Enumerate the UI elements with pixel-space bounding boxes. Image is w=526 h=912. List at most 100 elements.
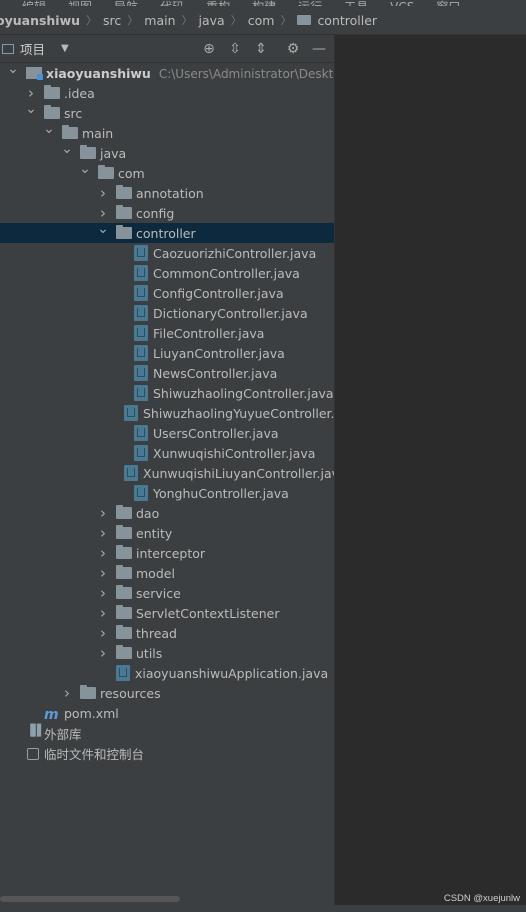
folder-icon (80, 145, 96, 159)
tree-item-label: FileController.java (153, 325, 265, 341)
chevron-right-icon[interactable]: › (98, 603, 108, 623)
chevron-right-icon[interactable]: › (98, 503, 108, 523)
tree-item[interactable]: 临时文件和控制台 (0, 743, 334, 763)
tree-item[interactable]: › config (0, 203, 334, 223)
tree-item-label: NewsController.java (153, 365, 278, 381)
tree-item-label: ShiwuzhaolingController.java (153, 385, 334, 401)
breadcrumb-separator-icon: 〉 (127, 14, 139, 27)
java-class-icon (134, 385, 148, 401)
folder-icon (62, 125, 78, 139)
project-view-label[interactable]: 项目 (20, 39, 45, 58)
tree-item[interactable]: xiaoyuanshiwuApplication.java (0, 663, 334, 683)
tree-item[interactable]: CommonController.java (0, 263, 334, 283)
tree-item[interactable]: ⌄ xiaoyuanshiwu C:\Users\Administrator\Des… (0, 61, 364, 83)
project-toolbar: 项目 ▼ ⊕ ⇳ ⇕ ⚙ — (0, 35, 334, 63)
breadcrumb-label: oyuanshiwu (0, 12, 81, 28)
chevron-right-icon[interactable]: › (62, 683, 72, 703)
tree-item[interactable]: XunwuqishiLiuyanController.java (0, 463, 347, 483)
tree-item[interactable]: ⌄ java (0, 141, 334, 163)
chevron-right-icon[interactable]: › (98, 643, 108, 663)
tree-item[interactable]: › interceptor (0, 543, 334, 563)
minimize-icon[interactable]: — (310, 40, 328, 58)
chevron-right-icon[interactable]: › (98, 543, 108, 563)
collapse-all-icon[interactable]: ⇕ (252, 40, 270, 58)
tree-item[interactable]: YonghuController.java (0, 483, 334, 503)
breadcrumb-item[interactable]: controller (297, 13, 377, 28)
tree-item[interactable]: UsersController.java (0, 423, 334, 443)
folder-icon (98, 165, 114, 179)
tree-item-label: xiaoyuanshiwu (46, 65, 151, 81)
tree-item[interactable]: › ServletContextListener (0, 603, 334, 623)
tree-item[interactable]: ⌄ com (0, 161, 334, 183)
tree-item-label: CommonController.java (153, 265, 300, 281)
tree-item[interactable]: › .idea (0, 83, 334, 103)
tree-item[interactable]: › resources (0, 683, 334, 703)
target-icon[interactable]: ⊕ (200, 40, 218, 58)
folder-icon (116, 525, 132, 539)
tree-item-label: 临时文件和控制台 (44, 746, 145, 762)
tree-item-label: UsersController.java (153, 425, 279, 441)
tree-item[interactable]: › entity (0, 523, 334, 543)
tree-item-label: service (136, 585, 181, 601)
tree-item-label: XunwuqishiController.java (153, 445, 316, 461)
tree-item-label: DictionaryController.java (153, 305, 308, 321)
chevron-down-icon[interactable]: ⌄ (79, 159, 91, 179)
tree-item[interactable]: LiuyanController.java (0, 343, 334, 363)
tree-item-label: utils (136, 645, 163, 661)
tree-item-label: entity (136, 525, 173, 541)
folder-icon (116, 565, 132, 579)
breadcrumb-item[interactable]: main (144, 13, 175, 28)
tree-item[interactable]: DictionaryController.java (0, 303, 334, 323)
chevron-down-icon[interactable]: ⌄ (97, 219, 109, 239)
folder-icon (116, 625, 132, 639)
breadcrumb-item[interactable]: oyuanshiwu (0, 13, 80, 28)
chevron-right-icon[interactable]: › (98, 583, 108, 603)
chevron-down-icon[interactable]: ⌄ (25, 99, 37, 119)
tree-item-label: CaozuorizhiController.java (153, 245, 317, 261)
tree-item[interactable]: › model (0, 563, 334, 583)
tree-item[interactable]: › thread (0, 623, 334, 643)
tree-item[interactable]: › service (0, 583, 334, 603)
folder-icon (116, 645, 132, 659)
breadcrumb-item[interactable]: java (199, 13, 225, 28)
tree-item[interactable]: ConfigController.java (0, 283, 334, 303)
tree-item-label: LiuyanController.java (153, 345, 285, 361)
tree-item[interactable]: CaozuorizhiController.java (0, 243, 334, 263)
breadcrumb-item[interactable]: src (103, 13, 121, 28)
horizontal-scrollbar[interactable] (0, 896, 180, 902)
tree-item[interactable]: ShiwuzhaolingController.java (0, 383, 334, 403)
chevron-down-icon[interactable]: ⌄ (7, 59, 19, 79)
expand-all-icon[interactable]: ⇳ (226, 40, 244, 58)
tree-item[interactable]: 外部库 (0, 723, 334, 743)
tree-item[interactable]: › utils (0, 643, 334, 663)
chevron-right-icon[interactable]: › (98, 523, 108, 543)
tree-item[interactable]: › annotation (0, 183, 334, 203)
chevron-down-icon[interactable]: ⌄ (61, 139, 73, 159)
tree-item[interactable]: XunwuqishiController.java (0, 443, 334, 463)
tree-item[interactable]: NewsController.java (0, 363, 334, 383)
chevron-right-icon[interactable]: › (98, 563, 108, 583)
breadcrumb-item[interactable]: com (248, 13, 275, 28)
tree-item[interactable]: ⌄ main (0, 121, 334, 143)
tree-item[interactable]: ⌄ controller (0, 221, 334, 243)
chevron-right-icon[interactable]: › (98, 183, 108, 203)
gear-icon[interactable]: ⚙ (284, 40, 302, 58)
chevron-down-icon[interactable]: ⌄ (43, 119, 55, 139)
tree-item[interactable]: ShiwuzhaolingYuyueController.java (0, 403, 361, 423)
java-class-icon (124, 465, 138, 481)
maven-icon: m (44, 707, 59, 723)
chevron-right-icon[interactable]: › (98, 623, 108, 643)
chevron-down-icon[interactable]: ▼ (61, 43, 69, 54)
tree-item[interactable]: m pom.xml (0, 703, 334, 724)
tree-item[interactable]: FileController.java (0, 323, 334, 343)
tree-item[interactable]: › dao (0, 503, 334, 523)
library-icon (26, 724, 42, 739)
